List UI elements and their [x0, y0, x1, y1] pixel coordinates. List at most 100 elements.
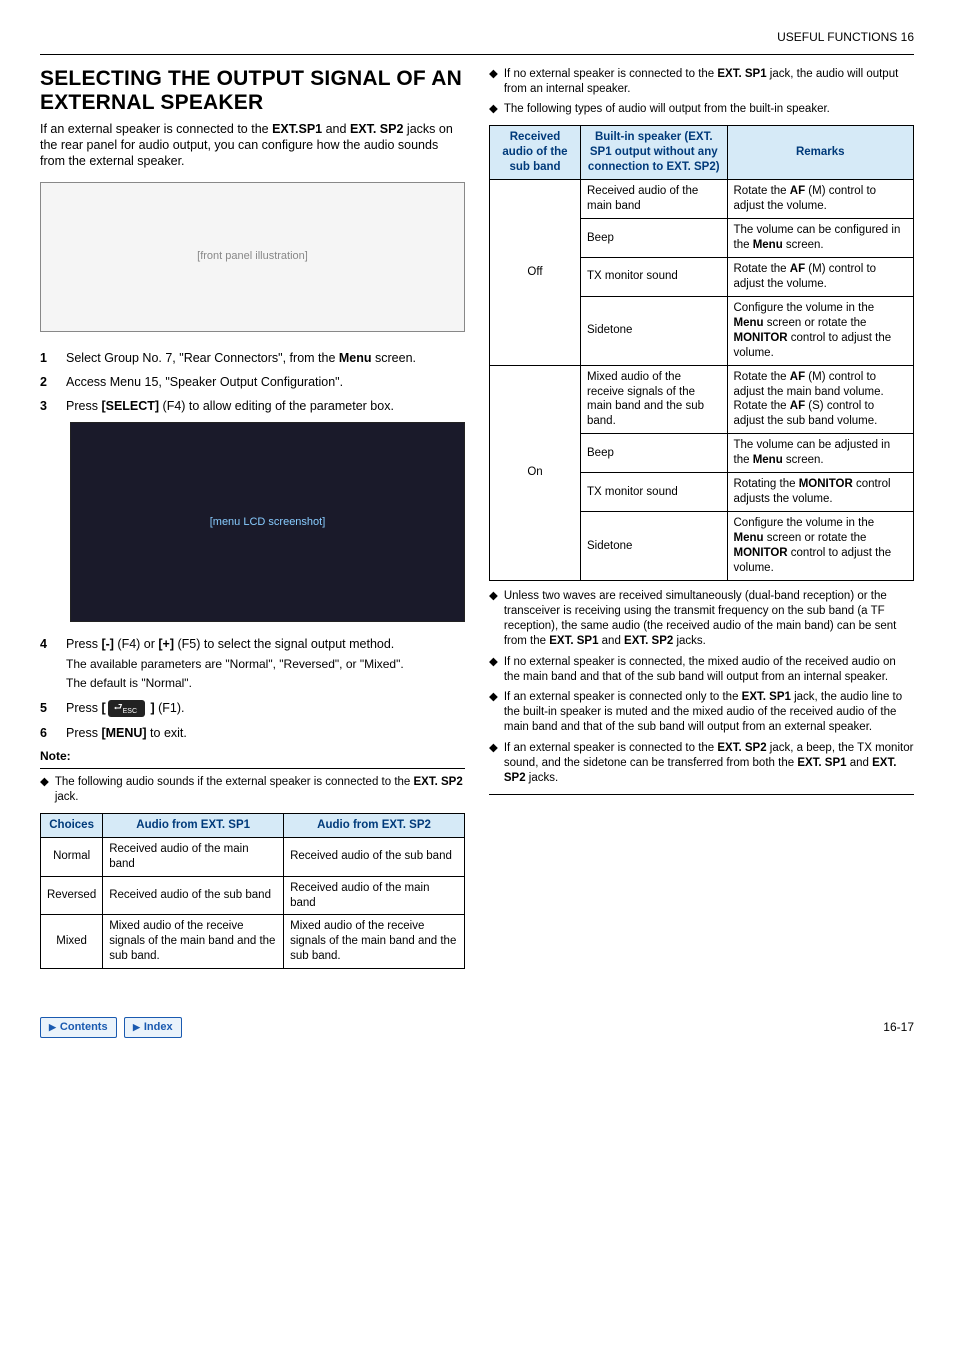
diamond-bullet-icon: ◆: [489, 741, 498, 786]
text-bold: Menu: [753, 454, 783, 466]
contents-button[interactable]: ▶ Contents: [40, 1017, 117, 1037]
text-bold: EXT. SP2: [350, 122, 404, 136]
escape-button-icon: ⮐ESC: [108, 700, 145, 717]
text-bold: Menu: [753, 239, 783, 251]
text-bold: [MENU]: [101, 726, 146, 740]
step-number: 3: [40, 398, 54, 414]
text: Press: [66, 726, 101, 740]
note-rule: [40, 768, 465, 769]
step-body: Press [SELECT] (F4) to allow editing of …: [66, 398, 465, 414]
table-header: Received audio of the sub band: [490, 126, 581, 180]
text: Rotate the: [734, 371, 790, 383]
builtin-speaker-table: Received audio of the sub band Built-in …: [489, 125, 914, 580]
section-title: SELECTING THE OUTPUT SIGNAL OF AN EXTERN…: [40, 67, 465, 115]
table-header-row: Choices Audio from EXT. SP1 Audio from E…: [41, 813, 465, 837]
text-bold: EXT. SP2: [414, 776, 463, 788]
note-item: ◆ The following types of audio will outp…: [489, 102, 914, 117]
lcd-screenshot: [menu LCD screenshot]: [70, 422, 465, 622]
step-number: 6: [40, 725, 54, 741]
table-header: Remarks: [727, 126, 914, 180]
text: jacks.: [673, 635, 706, 647]
text-bold: ]: [147, 701, 155, 715]
text: The following audio sounds if the extern…: [55, 776, 414, 788]
table-cell: Configure the volume in the Menu screen …: [727, 512, 914, 581]
text-bold: Menu: [734, 532, 764, 544]
text-bold: [SELECT]: [101, 399, 159, 413]
text: screen.: [372, 351, 416, 365]
text: (F4) or: [114, 637, 158, 651]
table-cell: Configure the volume in the Menu screen …: [727, 296, 914, 365]
text-bold: EXT. SP2: [717, 742, 766, 754]
diamond-bullet-icon: ◆: [489, 655, 498, 685]
page-footer: ▶ Contents ▶Index 16-17: [40, 1017, 914, 1037]
text: If an external speaker is connected to t…: [40, 122, 272, 136]
text-bold: EXT. SP1: [742, 691, 791, 703]
table-cell: The volume can be adjusted in the Menu s…: [727, 434, 914, 473]
step-body: Access Menu 15, "Speaker Output Configur…: [66, 374, 465, 390]
button-label: Index: [144, 1020, 173, 1034]
index-button[interactable]: ▶Index: [124, 1017, 182, 1037]
left-column: SELECTING THE OUTPUT SIGNAL OF AN EXTERN…: [40, 67, 465, 978]
choices-table: Choices Audio from EXT. SP1 Audio from E…: [40, 813, 465, 970]
procedure-steps-continued: 4 Press [-] (F4) or [+] (F5) to select t…: [40, 636, 465, 741]
text: Configure the volume in the: [734, 517, 875, 529]
table-row: On Mixed audio of the receive signals of…: [490, 365, 914, 434]
text: If no external speaker is connected to t…: [504, 68, 718, 80]
table-cell: Received audio of the sub band: [103, 876, 284, 915]
text-bold: EXT. SP1: [717, 68, 766, 80]
text-bold: MONITOR: [734, 547, 788, 559]
table-cell: Mixed: [41, 915, 103, 969]
note-item: ◆ If no external speaker is connected, t…: [489, 655, 914, 685]
text-bold: EXT. SP1: [549, 635, 598, 647]
text: Rotating the: [734, 478, 799, 490]
diamond-bullet-icon: ◆: [489, 690, 498, 735]
text-bold: MONITOR: [734, 332, 788, 344]
text: screen.: [783, 454, 824, 466]
table-cell: Received audio of the main band: [284, 876, 465, 915]
note-label: Note:: [40, 749, 465, 765]
diamond-bullet-icon: ◆: [40, 775, 49, 805]
table-cell: Mixed audio of the receive signals of th…: [103, 915, 284, 969]
table-cell: TX monitor sound: [581, 473, 728, 512]
text: (F1).: [155, 701, 185, 715]
step-number: 5: [40, 700, 54, 717]
text-bold: Menu: [734, 317, 764, 329]
text: screen or rotate the: [764, 317, 867, 329]
text-bold: AF: [790, 400, 805, 412]
triangle-right-icon: ▶: [49, 1022, 56, 1034]
text: Select Group No. 7, "Rear Connectors", f…: [66, 351, 339, 365]
text: and: [847, 757, 873, 769]
table-row: Reversed Received audio of the sub band …: [41, 876, 465, 915]
footer-nav: ▶ Contents ▶Index: [40, 1017, 186, 1037]
note-text: If no external speaker is connected, the…: [504, 655, 914, 685]
step-4: 4 Press [-] (F4) or [+] (F5) to select t…: [40, 636, 465, 691]
text: (F4) to allow editing of the parameter b…: [159, 399, 394, 413]
diamond-bullet-icon: ◆: [489, 102, 498, 117]
text-bold: MONITOR: [799, 478, 853, 490]
step-number: 4: [40, 636, 54, 691]
table-row: Normal Received audio of the main band R…: [41, 837, 465, 876]
table-cell: Received audio of the sub band: [284, 837, 465, 876]
page-number: 16-17: [883, 1020, 914, 1036]
table-header: Built-in speaker (EXT. SP1 output withou…: [581, 126, 728, 180]
step-3: 3 Press [SELECT] (F4) to allow editing o…: [40, 398, 465, 414]
table-cell: Rotate the AF (M) control to adjust the …: [727, 180, 914, 219]
table-cell: Normal: [41, 837, 103, 876]
page-header: USEFUL FUNCTIONS 16: [40, 30, 914, 46]
text-bold: EXT. SP2: [624, 635, 673, 647]
note-text: If an external speaker is connected only…: [504, 690, 914, 735]
table-cell: Mixed audio of the receive signals of th…: [581, 365, 728, 434]
step-1: 1 Select Group No. 7, "Rear Connectors",…: [40, 350, 465, 366]
text: Press: [66, 399, 101, 413]
text-bold: Menu: [339, 351, 372, 365]
table-header-row: Received audio of the sub band Built-in …: [490, 126, 914, 180]
text-bold: [-]: [101, 637, 114, 651]
table-cell: Beep: [581, 434, 728, 473]
table-cell: The volume can be configured in the Menu…: [727, 219, 914, 258]
text: Rotate the: [734, 185, 790, 197]
text: Rotate the: [734, 263, 790, 275]
step-body: Press [⮐ESC ] (F1).: [66, 700, 465, 717]
step-5: 5 Press [⮐ESC ] (F1).: [40, 700, 465, 717]
button-label: Contents: [60, 1020, 108, 1034]
text: Configure the volume in the: [734, 302, 875, 314]
